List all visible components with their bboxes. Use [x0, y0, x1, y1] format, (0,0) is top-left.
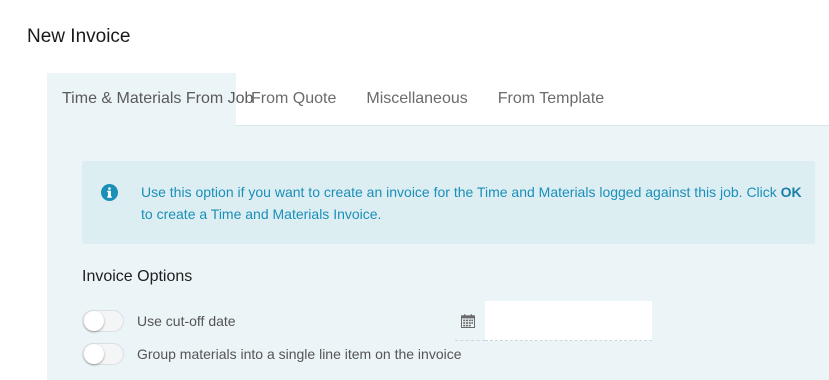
tab-from-template[interactable]: From Template	[483, 73, 619, 125]
group-materials-toggle[interactable]	[82, 343, 124, 365]
invoice-type-tabs: Time & Materials From Job From Quote Mis…	[47, 73, 829, 126]
toggle-knob	[84, 311, 104, 331]
info-text-end: to create a Time and Materials Invoice.	[141, 206, 382, 222]
info-message: Use this option if you want to create an…	[141, 181, 807, 225]
toggle-knob	[84, 344, 104, 364]
tab-from-quote[interactable]: From Quote	[236, 73, 351, 125]
info-circle-icon	[101, 184, 118, 201]
group-materials-label: Group materials into a single line item …	[137, 346, 462, 362]
info-text-start: Use this option if you want to create an…	[141, 184, 781, 200]
page-title: New Invoice	[27, 26, 131, 47]
cutoff-date-input[interactable]	[485, 301, 652, 341]
cutoff-date-label: Use cut-off date	[137, 313, 236, 329]
info-alert: Use this option if you want to create an…	[82, 161, 815, 244]
tab-time-materials[interactable]: Time & Materials From Job	[47, 73, 253, 126]
date-field-underline	[455, 340, 485, 341]
info-ok-keyword: OK	[780, 184, 802, 200]
invoice-options-heading: Invoice Options	[82, 268, 193, 285]
tab-miscellaneous[interactable]: Miscellaneous	[351, 73, 482, 125]
calendar-icon[interactable]	[461, 314, 475, 328]
cutoff-date-toggle[interactable]	[82, 310, 124, 332]
